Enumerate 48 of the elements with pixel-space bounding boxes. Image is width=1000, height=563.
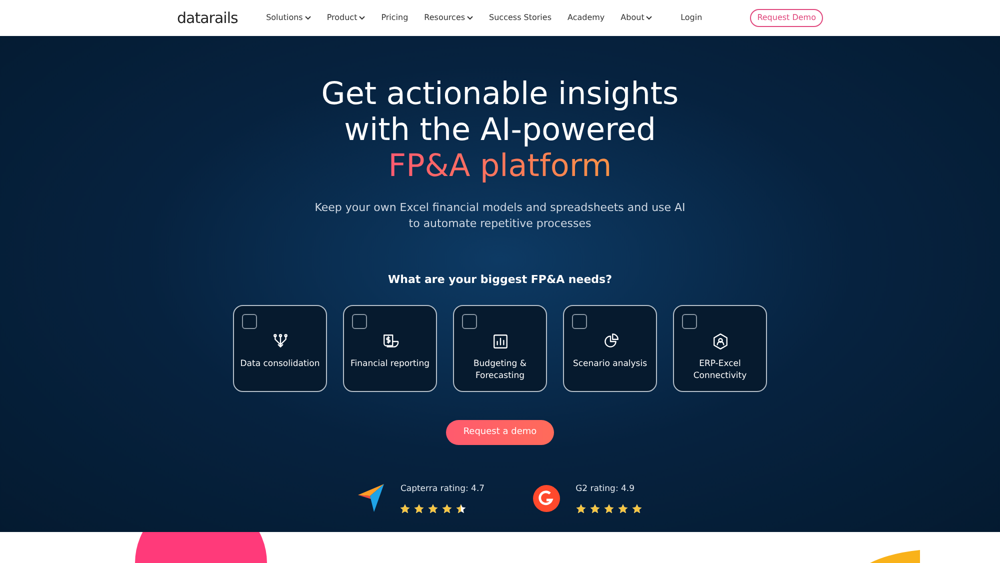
report-icon (382, 332, 398, 350)
nav-link[interactable]: Solutions (266, 12, 311, 24)
star-icon (414, 504, 424, 514)
nav-link[interactable]: About (620, 12, 652, 24)
pie-icon (602, 332, 618, 350)
need-card[interactable]: ERP-Excel Connectivity (673, 304, 767, 392)
star-icon (456, 504, 466, 514)
star-icon (604, 504, 614, 514)
star-icon (442, 504, 452, 514)
checkbox[interactable] (572, 314, 587, 328)
need-label: Scenario analysis (572, 358, 648, 370)
star-icon (618, 504, 628, 514)
star-icon (576, 504, 586, 514)
star-icon (632, 504, 642, 514)
arrow-logo-icon (358, 484, 384, 512)
rating-label: Capterra rating: 4.7 (400, 483, 485, 496)
need-label: Budgeting & Forecasting (472, 358, 528, 382)
need-card[interactable]: Budgeting & Forecasting (453, 304, 547, 392)
star-icon (590, 504, 600, 514)
nav-link[interactable]: Academy (568, 12, 605, 24)
hero-title: Get actionable insights (321, 76, 679, 112)
checkbox[interactable] (242, 314, 257, 328)
need-card[interactable]: Data consolidation (233, 304, 327, 392)
rating-label: G2 rating: 4.9 (576, 483, 635, 496)
checkbox[interactable] (462, 314, 477, 328)
star-icon (428, 504, 438, 514)
merge-icon (272, 332, 288, 350)
need-card[interactable]: Financial reporting (343, 304, 437, 392)
nav-link[interactable]: Success Stories (489, 12, 552, 24)
hero-title: with the AI-powered (343, 112, 657, 148)
nav-link[interactable]: Resources (424, 12, 474, 24)
g2-logo-icon (532, 484, 560, 512)
need-label: ERP-Excel Connectivity (692, 358, 748, 382)
checkbox[interactable] (682, 314, 697, 328)
logo[interactable]: datarails (177, 6, 238, 30)
checkbox[interactable] (352, 314, 367, 328)
login-link[interactable]: Login (680, 12, 702, 24)
decorative-shape (870, 550, 920, 563)
chart-icon (492, 332, 508, 350)
need-card[interactable]: Scenario analysis (563, 304, 657, 392)
star-icon (400, 504, 410, 514)
need-label: Financial reporting (349, 358, 431, 370)
hero-subtitle: Keep your own Excel financial models and spreadsheets and use AI to automate repetitive processes (314, 200, 686, 232)
need-label: Data consolidation (239, 358, 321, 370)
nav-link[interactable]: Product (326, 12, 366, 24)
request-demo-button[interactable]: Request Demo (750, 9, 823, 27)
needs-question: What are your biggest FP&A needs? (388, 272, 612, 288)
nav-link[interactable]: Pricing (381, 12, 408, 24)
